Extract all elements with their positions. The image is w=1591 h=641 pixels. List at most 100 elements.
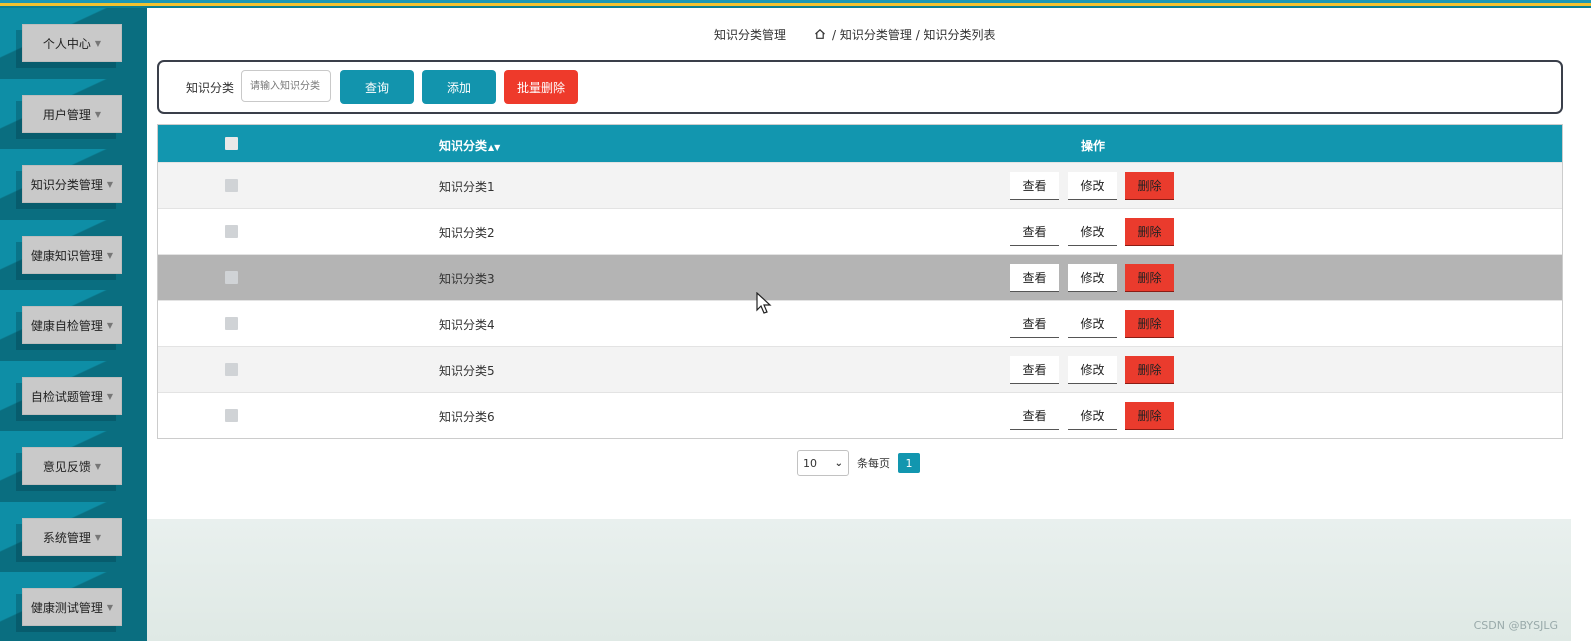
sidebar-item-label: 健康自检管理 [30, 318, 103, 333]
background-footer-area [147, 519, 1571, 641]
sidebar-item-user-management[interactable]: 用户管理 ▼ [0, 79, 147, 150]
column-header-name[interactable]: 知识分类▲▼ [439, 137, 500, 154]
select-all-checkbox[interactable] [225, 137, 238, 150]
sidebar-item-button[interactable]: 意见反馈 ▼ [22, 447, 122, 485]
row-checkbox[interactable] [225, 271, 238, 284]
table-row: 知识分类5 查看 修改 删除 [158, 346, 1562, 392]
delete-button[interactable]: 删除 [1125, 402, 1174, 430]
sidebar-item-label: 个人中心 [42, 36, 91, 51]
sidebar-item-label: 健康测试管理 [30, 600, 103, 615]
row-checkbox[interactable] [225, 409, 238, 422]
caret-down-icon: ▼ [94, 38, 102, 48]
sidebar-item-health-test[interactable]: 健康测试管理 ▼ [0, 572, 147, 641]
sidebar-item-label: 意见反馈 [42, 459, 91, 474]
caret-down-icon: ▼ [106, 602, 114, 612]
sidebar-item-button[interactable]: 自检试题管理 ▼ [22, 377, 122, 415]
sidebar: 个人中心 ▼ 用户管理 ▼ 知识分类管理 ▼ 健康知识管理 ▼ 健康自检管理 ▼ 自检试题… [0, 8, 147, 641]
view-button[interactable]: 查看 [1010, 264, 1059, 292]
sidebar-item-button[interactable]: 健康知识管理 ▼ [22, 236, 122, 274]
sidebar-item-button[interactable]: 个人中心 ▼ [22, 24, 122, 62]
pagination: 10 ⌄ 条每页 1 [797, 449, 920, 477]
edit-button[interactable]: 修改 [1068, 172, 1117, 200]
row-checkbox[interactable] [225, 363, 238, 376]
page-size-value: 10 [803, 456, 817, 470]
data-table: 知识分类▲▼ 操作 知识分类1 查看 修改 删除 知识分类2 查看 修改 删除 … [157, 124, 1563, 439]
caret-down-icon: ▼ [94, 461, 102, 471]
delete-button[interactable]: 删除 [1125, 310, 1174, 338]
sidebar-item-selfcheck-questions[interactable]: 自检试题管理 ▼ [0, 361, 147, 432]
sidebar-item-button[interactable]: 系统管理 ▼ [22, 518, 122, 556]
table-row: 知识分类4 查看 修改 删除 [158, 300, 1562, 346]
edit-button[interactable]: 修改 [1068, 264, 1117, 292]
sidebar-item-label: 健康知识管理 [30, 248, 103, 263]
row-name: 知识分类1 [439, 180, 495, 194]
watermark: CSDN @BYSJLG [1473, 619, 1558, 632]
row-name: 知识分类3 [439, 272, 495, 286]
breadcrumb: 知识分类管理 / 知识分类管理 / 知识分类列表 [714, 26, 996, 42]
mouse-cursor-icon [756, 292, 772, 314]
view-button[interactable]: 查看 [1010, 356, 1059, 384]
query-button[interactable]: 查询 [340, 70, 414, 104]
sidebar-item-label: 用户管理 [42, 107, 91, 122]
page-size-select[interactable]: 10 ⌄ [797, 450, 849, 476]
column-header-actions: 操作 [1081, 139, 1106, 153]
top-accent-bar [0, 0, 1591, 8]
search-label: 知识分类 [186, 81, 235, 95]
view-button[interactable]: 查看 [1010, 402, 1059, 430]
sidebar-item-button[interactable]: 健康自检管理 ▼ [22, 306, 122, 344]
row-checkbox[interactable] [225, 179, 238, 192]
row-name: 知识分类4 [439, 318, 495, 332]
table-row: 知识分类3 查看 修改 删除 [158, 254, 1562, 300]
page-title: 知识分类管理 [714, 27, 787, 42]
sidebar-item-button[interactable]: 健康测试管理 ▼ [22, 588, 122, 626]
table-row: 知识分类1 查看 修改 删除 [158, 162, 1562, 208]
batch-delete-button[interactable]: 批量删除 [504, 70, 578, 104]
row-name: 知识分类2 [439, 226, 495, 240]
row-name: 知识分类5 [439, 364, 495, 378]
view-button[interactable]: 查看 [1010, 310, 1059, 338]
sidebar-item-health-knowledge[interactable]: 健康知识管理 ▼ [0, 220, 147, 291]
page-number-button[interactable]: 1 [898, 453, 920, 473]
search-input[interactable] [241, 70, 331, 102]
sidebar-item-label: 知识分类管理 [30, 177, 103, 192]
chevron-down-icon: ⌄ [834, 457, 843, 469]
edit-button[interactable]: 修改 [1068, 402, 1117, 430]
search-panel: 知识分类 查询 添加 批量删除 [157, 60, 1563, 114]
sidebar-item-label: 系统管理 [42, 530, 91, 545]
sidebar-item-label: 自检试题管理 [30, 389, 103, 404]
home-icon[interactable] [814, 28, 826, 40]
caret-down-icon: ▼ [106, 250, 114, 260]
sidebar-item-personal-center[interactable]: 个人中心 ▼ [0, 8, 147, 79]
caret-down-icon: ▼ [106, 320, 114, 330]
column-header-label: 知识分类 [439, 139, 488, 153]
sidebar-item-system-management[interactable]: 系统管理 ▼ [0, 502, 147, 573]
caret-down-icon: ▼ [94, 532, 102, 542]
delete-button[interactable]: 删除 [1125, 218, 1174, 246]
edit-button[interactable]: 修改 [1068, 218, 1117, 246]
view-button[interactable]: 查看 [1010, 172, 1059, 200]
sidebar-item-button[interactable]: 知识分类管理 ▼ [22, 165, 122, 203]
edit-button[interactable]: 修改 [1068, 356, 1117, 384]
add-button[interactable]: 添加 [422, 70, 496, 104]
edit-button[interactable]: 修改 [1068, 310, 1117, 338]
per-page-label: 条每页 [857, 457, 890, 470]
view-button[interactable]: 查看 [1010, 218, 1059, 246]
row-checkbox[interactable] [225, 225, 238, 238]
sidebar-item-button[interactable]: 用户管理 ▼ [22, 95, 122, 133]
caret-down-icon: ▼ [106, 179, 114, 189]
sidebar-item-feedback[interactable]: 意见反馈 ▼ [0, 431, 147, 502]
row-name: 知识分类6 [439, 410, 495, 424]
table-header: 知识分类▲▼ 操作 [158, 125, 1562, 162]
delete-button[interactable]: 删除 [1125, 356, 1174, 384]
table-row: 知识分类6 查看 修改 删除 [158, 392, 1562, 438]
sort-icon[interactable]: ▲▼ [488, 143, 500, 152]
sidebar-item-knowledge-category[interactable]: 知识分类管理 ▼ [0, 149, 147, 220]
row-checkbox[interactable] [225, 317, 238, 330]
sidebar-item-health-selfcheck[interactable]: 健康自检管理 ▼ [0, 290, 147, 361]
caret-down-icon: ▼ [94, 109, 102, 119]
caret-down-icon: ▼ [106, 391, 114, 401]
breadcrumb-path[interactable]: / 知识分类管理 / 知识分类列表 [832, 26, 996, 43]
table-row: 知识分类2 查看 修改 删除 [158, 208, 1562, 254]
delete-button[interactable]: 删除 [1125, 172, 1174, 200]
delete-button[interactable]: 删除 [1125, 264, 1174, 292]
